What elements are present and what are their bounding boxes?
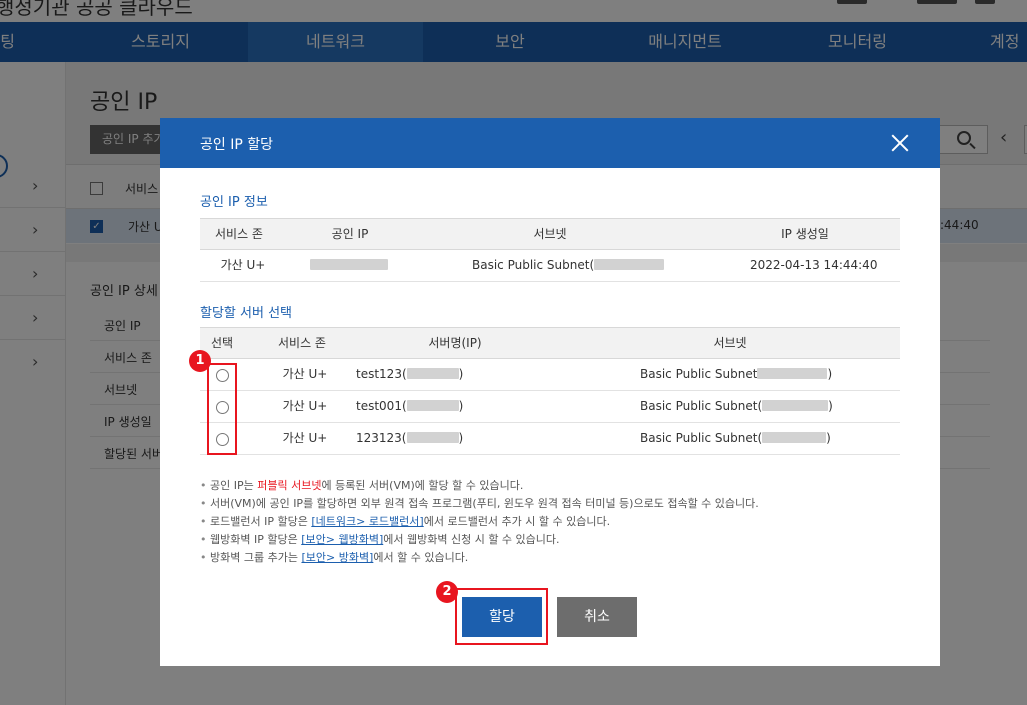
note-item: • 방화벽 그룹 추가는 [보안> 방화벽]에서 할 수 있습니다. xyxy=(200,551,469,564)
cell-server-name: 123123() xyxy=(356,423,516,455)
cell-subnet: Basic Public Subnet() xyxy=(640,423,890,455)
cell-created: 2022-04-13 14:44:40 xyxy=(750,258,878,272)
note-text: 에서 로드밸런서 추가 시 할 수 있습니다. xyxy=(423,515,611,528)
table-row: 가산 U+ Basic Public Subnet( 2022-04-13 14… xyxy=(200,250,900,282)
col-subnet: 서브넷 xyxy=(713,336,747,350)
cell-server-name: test123() xyxy=(356,359,516,391)
modal-title: 공인 IP 할당 xyxy=(200,137,273,153)
highlight-box-radios xyxy=(207,363,237,455)
note-item: • 로드밸런서 IP 할당은 [네트워크> 로드밸런서]에서 로드밸런서 추가 … xyxy=(200,515,611,528)
note-highlight: 퍼블릭 서브넷 xyxy=(257,479,322,492)
assign-button[interactable]: 할당 xyxy=(462,597,542,637)
cell-subnet: Basic Public Subnet() xyxy=(640,391,890,423)
col-created: IP 생성일 xyxy=(781,227,829,241)
close-icon[interactable] xyxy=(889,132,911,154)
cell-zone: 가산 U+ xyxy=(220,258,266,272)
paren-close: ) xyxy=(458,399,464,413)
subnet-text: Basic Public Subnet( xyxy=(640,399,763,413)
server-table-header: 선택 서비스 존 서버명(IP) 서브넷 xyxy=(200,327,900,359)
masked-value xyxy=(310,258,388,270)
masked-value xyxy=(406,399,459,411)
cell-server-name: test001() xyxy=(356,391,516,423)
cell-public-ip xyxy=(310,250,390,282)
help-notes: • 공인 IP는 퍼블릭 서브넷에 등록된 서버(VM)에 할당 할 수 있습니… xyxy=(200,477,900,567)
masked-value xyxy=(757,367,828,379)
cell-zone: 가산 U+ xyxy=(282,431,328,445)
table-row[interactable]: 가산 U+ 123123() Basic Public Subnet() xyxy=(200,423,900,455)
paren-close: ) xyxy=(458,431,464,445)
step-marker-1: 1 xyxy=(189,350,211,372)
paren-close: ) xyxy=(826,431,831,445)
col-zone: 서비스 존 xyxy=(278,336,326,350)
cell-subnet: Basic Public Subnet( xyxy=(472,250,682,282)
note-item: • 웹방화벽 IP 할당은 [보안> 웹방화벽]에서 웹방화벽 신청 시 할 수… xyxy=(200,533,560,546)
server-name-text: test001( xyxy=(356,399,407,413)
table-row[interactable]: 가산 U+ test123() Basic Public Subnet) xyxy=(200,359,900,391)
col-public-ip: 공인 IP xyxy=(331,227,369,241)
ip-info-table-header: 서비스 존 공인 IP 서브넷 IP 생성일 xyxy=(200,218,900,250)
subnet-text: Basic Public Subnet xyxy=(640,367,758,381)
cell-subnet: Basic Public Subnet) xyxy=(640,359,890,391)
note-text: 서버(VM)에 공인 IP를 할당하면 외부 원격 접속 프로그램(푸티, 윈도… xyxy=(210,497,759,510)
paren-close: ) xyxy=(827,367,833,381)
paren-close: ) xyxy=(458,367,464,381)
col-zone: 서비스 존 xyxy=(215,227,263,241)
note-item: • 서버(VM)에 공인 IP를 할당하면 외부 원격 접속 프로그램(푸티, … xyxy=(200,497,759,510)
note-text: 에서 웹방화벽 신청 시 할 수 있습니다. xyxy=(383,533,560,546)
modal-header: 공인 IP 할당 xyxy=(160,118,940,168)
cell-zone: 가산 U+ xyxy=(282,399,328,413)
paren-close: ) xyxy=(828,399,833,413)
col-server-name: 서버명(IP) xyxy=(428,336,482,350)
server-name-text: test123( xyxy=(356,367,407,381)
subnet-text: Basic Public Subnet( xyxy=(640,431,763,445)
server-name-text: 123123( xyxy=(356,431,407,445)
col-subnet: 서브넷 xyxy=(533,227,567,241)
note-text: 에 등록된 서버(VM)에 할당 할 수 있습니다. xyxy=(321,479,524,492)
server-section-title: 할당할 서버 선택 xyxy=(200,306,292,321)
note-text: 로드밸런서 IP 할당은 xyxy=(210,515,312,528)
masked-value xyxy=(406,367,459,379)
link-security-waf[interactable]: [보안> 웹방화벽] xyxy=(301,533,383,546)
link-network-loadbalancer[interactable]: [네트워크> 로드밸런서] xyxy=(311,515,423,528)
note-text: 에서 할 수 있습니다. xyxy=(373,551,469,564)
table-row[interactable]: 가산 U+ test001() Basic Public Subnet() xyxy=(200,391,900,423)
note-text: 방화벽 그룹 추가는 xyxy=(210,551,302,564)
note-text: 공인 IP는 xyxy=(210,479,258,492)
note-item: • 공인 IP는 퍼블릭 서브넷에 등록된 서버(VM)에 할당 할 수 있습니… xyxy=(200,479,524,492)
note-text: 웹방화벽 IP 할당은 xyxy=(210,533,302,546)
link-security-firewall[interactable]: [보안> 방화벽] xyxy=(301,551,373,564)
cancel-button[interactable]: 취소 xyxy=(557,597,637,637)
masked-value xyxy=(762,431,827,443)
masked-value xyxy=(762,399,829,411)
step-marker-2: 2 xyxy=(436,581,458,603)
subnet-text: Basic Public Subnet( xyxy=(472,258,595,272)
masked-value xyxy=(406,431,459,443)
assign-public-ip-modal: 공인 IP 할당 공인 IP 정보 서비스 존 공인 IP 서브넷 IP 생성일… xyxy=(160,118,940,666)
cell-zone: 가산 U+ xyxy=(282,367,328,381)
masked-value xyxy=(594,258,665,270)
info-section-title: 공인 IP 정보 xyxy=(200,195,268,210)
